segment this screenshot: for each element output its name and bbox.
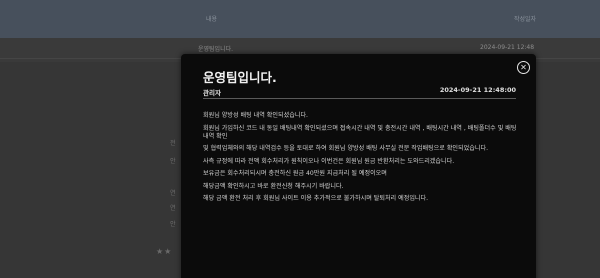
background-side-label: 연 [170, 190, 176, 197]
body-paragraph: 해당금액 확인하시고 바로 환전신청 해주시기 바랍니다. [203, 182, 344, 190]
rating-stars: ★★ [156, 247, 173, 256]
body-paragraph: 사측 규정에 따라 전액 회수처리가 원칙이오나 이번건은 회원님 원금 반환처… [203, 157, 455, 165]
notice-modal: 운영팀입니다. ✕ 관리자 2024-09-21 12:48:00 회원님 양방… [181, 54, 536, 278]
body-paragraph: 및 협력업체와의 해당 내역검수 등을 토대로 하여 회원님 양방성 배팅 사무… [203, 145, 489, 152]
page: 내용 작성일자 운영팀입니다. 2024-09-21 12:48 전 안 연 연… [0, 0, 600, 278]
author-label: 관리자 [203, 89, 221, 97]
body-paragraph: 회원님 양방성 배팅 내역 확인되셨습니다. [203, 112, 308, 119]
list-item-date: 2024-09-21 12:48 [480, 44, 535, 51]
background-side-label: 안 [170, 158, 176, 165]
body-paragraph: 해당 금액 환전 처리 후 회원님 사이트 이용 추가적으로 불가하시며 탈퇴처… [203, 195, 429, 202]
background-panel-right [536, 62, 600, 278]
body-paragraph: 회원님 가입하신 코드 내 동일 배팅내역 확인되셨으며 접속시간 내역 및 충… [203, 124, 517, 140]
close-icon[interactable]: ✕ [517, 61, 530, 74]
modal-title: 운영팀입니다. [203, 70, 277, 85]
list-header: 내용 작성일자 [0, 0, 600, 38]
background-side-label: 연 [170, 205, 176, 212]
post-date: 2024-09-21 12:48:00 [439, 86, 516, 94]
body-paragraph: 보유금은 회수처리되시며 충전하신 원금 40만원 지급처리 될 예정이오며 [203, 170, 387, 177]
modal-body: 회원님 양방성 배팅 내역 확인되셨습니다. 회원님 가입하신 코드 내 동일 … [203, 112, 518, 208]
list-header-date: 작성일자 [514, 16, 537, 23]
background-side-label: 안 [170, 221, 176, 228]
background-panel-left [0, 62, 180, 278]
list-item-title: 운영팀입니다. [198, 46, 234, 53]
list-header-content: 내용 [206, 16, 218, 23]
divider [203, 98, 516, 99]
background-side-label: 전 [170, 140, 176, 147]
